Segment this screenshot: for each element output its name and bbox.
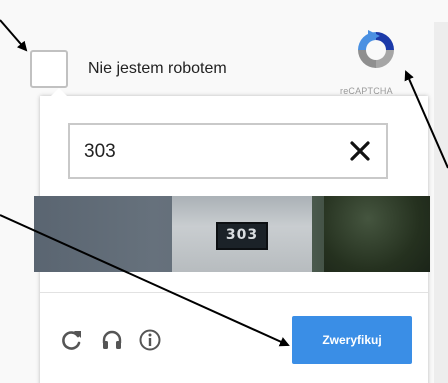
screenshot-canvas: Nie jestem robotem reCAPTCHA 303 303 Zwe…: [0, 0, 448, 383]
recaptcha-anchor-label: Nie jestem robotem: [88, 60, 227, 77]
house-number-text: 303: [225, 227, 259, 243]
reload-icon[interactable]: [60, 328, 84, 352]
headphones-icon[interactable]: [100, 328, 124, 352]
house-number-plate: 303: [216, 222, 268, 250]
verify-button[interactable]: Zweryfikuj: [292, 316, 412, 364]
answer-value[interactable]: 303: [84, 141, 116, 163]
close-icon[interactable]: [348, 139, 372, 163]
info-icon[interactable]: [138, 328, 162, 352]
right-edge-panel: [434, 22, 448, 383]
image-foliage: [324, 196, 430, 272]
recaptcha-logo-icon: [358, 30, 394, 68]
recaptcha-checkbox[interactable]: [30, 50, 68, 88]
answer-input[interactable]: 303: [68, 123, 388, 179]
recaptcha-logo-text: reCAPTCHA: [340, 86, 393, 96]
controls-divider: [40, 292, 428, 293]
popup-pointer: [50, 88, 68, 97]
widget-top-strip: [0, 0, 448, 24]
challenge-image: 303: [34, 196, 430, 272]
